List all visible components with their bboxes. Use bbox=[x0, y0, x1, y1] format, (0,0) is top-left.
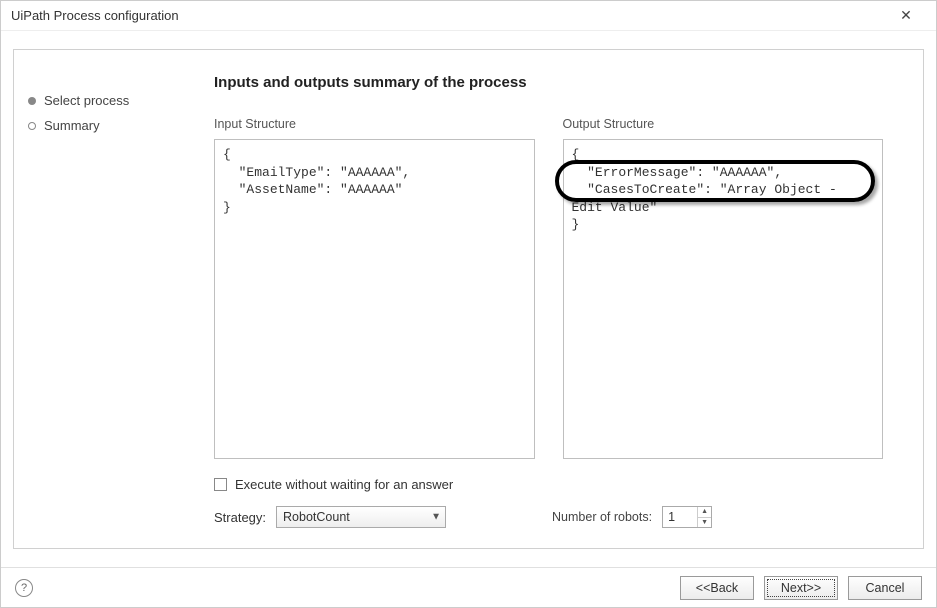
sidebar-item-summary[interactable]: Summary bbox=[28, 113, 190, 138]
number-of-robots-spinner[interactable]: 1 ▲ ▼ bbox=[662, 506, 712, 528]
window-frame: UiPath Process configuration ✕ Select pr… bbox=[0, 0, 937, 608]
content-box: Select process Summary Inputs and output… bbox=[13, 49, 924, 549]
footer: ? <<Back Next>> Cancel bbox=[1, 567, 936, 607]
output-structure-box[interactable]: { "ErrorMessage": "AAAAAA", "CasesToCrea… bbox=[563, 139, 884, 459]
back-button[interactable]: <<Back bbox=[680, 576, 754, 600]
window-title: UiPath Process configuration bbox=[11, 8, 886, 23]
input-structure-label: Input Structure bbox=[214, 117, 535, 131]
output-structure-label: Output Structure bbox=[563, 117, 884, 131]
bullet-icon bbox=[28, 97, 36, 105]
strategy-row: Strategy: RobotCount ▼ Number of robots:… bbox=[214, 506, 883, 528]
close-button[interactable]: ✕ bbox=[886, 2, 926, 30]
sidebar-item-label: Select process bbox=[44, 93, 129, 108]
cancel-button[interactable]: Cancel bbox=[848, 576, 922, 600]
help-icon[interactable]: ? bbox=[15, 579, 33, 597]
execute-without-waiting-row: Execute without waiting for an answer bbox=[214, 477, 883, 492]
input-column: Input Structure { "EmailType": "AAAAAA",… bbox=[214, 117, 535, 459]
close-icon: ✕ bbox=[900, 7, 912, 24]
wizard-sidebar: Select process Summary bbox=[14, 50, 204, 548]
io-columns: Input Structure { "EmailType": "AAAAAA",… bbox=[214, 117, 883, 459]
execute-without-waiting-label: Execute without waiting for an answer bbox=[235, 477, 453, 492]
bullet-icon bbox=[28, 122, 36, 130]
input-structure-box[interactable]: { "EmailType": "AAAAAA", "AssetName": "A… bbox=[214, 139, 535, 459]
execute-without-waiting-checkbox[interactable] bbox=[214, 478, 227, 491]
content: Inputs and outputs summary of the proces… bbox=[204, 50, 923, 548]
page-heading: Inputs and outputs summary of the proces… bbox=[214, 74, 883, 91]
spinner-up-icon[interactable]: ▲ bbox=[698, 507, 711, 518]
strategy-dropdown[interactable]: RobotCount ▼ bbox=[276, 506, 446, 528]
output-column: Output Structure { "ErrorMessage": "AAAA… bbox=[563, 117, 884, 459]
next-button[interactable]: Next>> bbox=[764, 576, 838, 600]
chevron-down-icon: ▼ bbox=[431, 512, 441, 523]
strategy-value: RobotCount bbox=[283, 510, 350, 524]
titlebar: UiPath Process configuration ✕ bbox=[1, 1, 936, 31]
sidebar-item-select-process[interactable]: Select process bbox=[28, 88, 190, 113]
main-area: Select process Summary Inputs and output… bbox=[1, 31, 936, 567]
spinner-down-icon[interactable]: ▼ bbox=[698, 518, 711, 528]
spinner-buttons: ▲ ▼ bbox=[697, 507, 711, 527]
sidebar-item-label: Summary bbox=[44, 118, 100, 133]
strategy-label: Strategy: bbox=[214, 510, 266, 525]
number-of-robots-value: 1 bbox=[663, 507, 697, 527]
number-of-robots-label: Number of robots: bbox=[552, 510, 652, 524]
